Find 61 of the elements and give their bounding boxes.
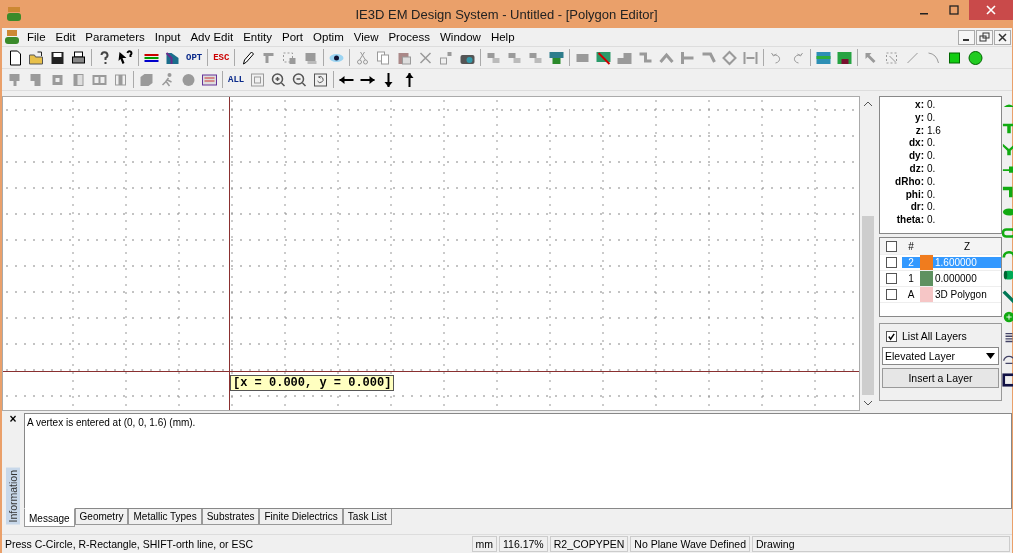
coordinate-value: 0.	[926, 111, 936, 125]
coordinate-label: y:	[914, 111, 924, 125]
menu-item[interactable]: Parameters	[80, 31, 150, 43]
tab[interactable]: Metallic Types	[128, 509, 202, 525]
close-button[interactable]: ×	[9, 413, 17, 425]
menu-item[interactable]: Adv Edit	[185, 31, 239, 43]
cursor-readout: [x = 0.000, y = 0.000]	[230, 375, 395, 391]
coordinate-value: 0.	[926, 99, 936, 112]
status-pane: Drawing	[752, 536, 1010, 552]
coordinate-label: phi:	[904, 188, 924, 202]
coordinate-value: 0.	[926, 163, 936, 176]
menu-item[interactable]: Port	[276, 31, 309, 43]
tab[interactable]: Finite Dielectrics	[259, 509, 343, 525]
status-pane: No Plane Wave Defined	[630, 536, 750, 552]
column-header: #	[907, 240, 915, 252]
menu-item[interactable]: Input	[149, 31, 186, 43]
tab[interactable]: Message	[24, 508, 75, 527]
tool-button[interactable]: ESC	[210, 52, 233, 63]
tool-button[interactable]: ALL	[225, 74, 248, 85]
menu-item[interactable]: Edit	[50, 31, 81, 43]
coordinate-label: dx:	[908, 137, 924, 151]
coordinate-value: 0.	[926, 137, 936, 151]
tab[interactable]: Task List	[342, 509, 392, 525]
menu-item[interactable]: Process	[383, 31, 435, 43]
table-cell[interactable]: 3D Polygon	[933, 289, 1001, 300]
message-text: A vertex is entered at (0, 0, 1.6) (mm).	[27, 417, 196, 428]
status-text: Press C-Circle, R-Rectangle, SHIFT-orth line, or ESC	[4, 538, 254, 550]
table-cell[interactable]: 0.000000	[933, 273, 1001, 284]
tab[interactable]: Geometry	[74, 509, 129, 525]
coordinate-value: 0.	[926, 150, 936, 163]
status-pane: mm	[471, 536, 498, 552]
layer-type-dropdown[interactable]: Elevated Layer	[882, 347, 999, 365]
coordinate-label: dy:	[908, 150, 924, 163]
tab[interactable]: Substrates	[201, 509, 260, 525]
layer-number[interactable]: A	[902, 289, 920, 300]
status-pane: R2_COPYPEN	[549, 536, 629, 552]
status-pane: 116.17%	[499, 536, 548, 552]
window-title: IE3D EM Design System - Untitled - [Polygon Editor]	[355, 6, 658, 22]
menu-item[interactable]: Optim	[308, 31, 349, 43]
menu-item[interactable]: Window	[435, 31, 486, 43]
coordinate-value: 0.	[926, 214, 936, 227]
coordinate-label: z:	[914, 124, 924, 138]
coordinate-label: x:	[914, 99, 924, 112]
coordinate-label: theta:	[895, 214, 924, 227]
coordinate-label: dRho:	[894, 175, 924, 189]
tool-button[interactable]: OPT	[183, 52, 206, 63]
coordinate-value: 0.	[926, 188, 936, 202]
coordinate-label: dz:	[908, 163, 924, 176]
column-header: Z	[962, 240, 972, 252]
coordinate-label: dr:	[909, 201, 924, 215]
menu-item[interactable]: Help	[485, 31, 520, 43]
insert-layer-button[interactable]: Insert a Layer	[882, 368, 999, 388]
menu-item[interactable]: Entity	[238, 31, 277, 43]
coordinate-value: 1.6	[926, 124, 941, 138]
coordinate-value: 0.	[926, 201, 936, 215]
layer-number[interactable]: 1	[902, 273, 920, 284]
coordinate-value: 0.	[926, 175, 936, 189]
menu-item[interactable]: File	[22, 31, 51, 43]
checkbox-label: List All Layers	[902, 330, 967, 342]
panel-title: Information	[6, 468, 20, 525]
menu-item[interactable]: View	[348, 31, 384, 43]
